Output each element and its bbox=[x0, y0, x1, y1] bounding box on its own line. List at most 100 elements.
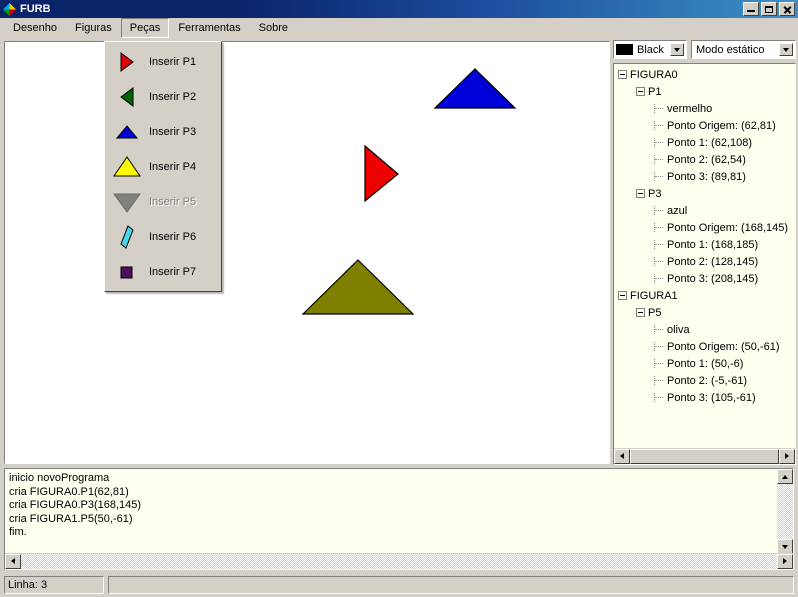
scroll-up-button[interactable] bbox=[777, 469, 793, 484]
tree-node-label: Ponto 3: (208,145) bbox=[667, 272, 759, 285]
menu-sobre[interactable]: Sobre bbox=[250, 18, 297, 38]
chevron-down-icon[interactable] bbox=[779, 43, 793, 56]
tree-node[interactable]: vermelho bbox=[614, 100, 782, 117]
tree-node-list: FIGURA0 P1 vermelho Ponto Origem: (62,81) Po… bbox=[614, 66, 788, 406]
tree-node[interactable]: oliva bbox=[614, 321, 782, 338]
tree-node-label: Ponto Origem: (50,-61) bbox=[667, 340, 780, 353]
tree-node-label: Ponto 1: (62,108) bbox=[667, 136, 753, 149]
tree-node[interactable]: Ponto Origem: (62,81) bbox=[614, 117, 782, 134]
mode-combo[interactable]: Modo estático bbox=[691, 40, 796, 59]
olive-triangle-P5[interactable] bbox=[301, 259, 415, 315]
tree-connector-icon bbox=[654, 172, 664, 181]
color-combo-value: Black bbox=[637, 43, 664, 56]
menu-item-inserir-p1[interactable]: Inserir P1 bbox=[105, 44, 221, 79]
tree-node-label: Ponto 3: (89,81) bbox=[667, 170, 746, 183]
scroll-thumb[interactable] bbox=[630, 448, 779, 464]
scroll-right-button[interactable] bbox=[779, 448, 795, 464]
color-swatch bbox=[616, 44, 633, 55]
code-editor[interactable]: inicio novoPrograma cria FIGURA0.P1(62,8… bbox=[4, 468, 794, 570]
minimize-button[interactable] bbox=[743, 2, 759, 16]
tree-node[interactable]: Ponto 1: (62,108) bbox=[614, 134, 782, 151]
scroll-right-button[interactable] bbox=[777, 553, 793, 569]
scroll-track[interactable] bbox=[630, 448, 779, 464]
scroll-left-button[interactable] bbox=[5, 553, 21, 569]
tree-node[interactable]: Ponto Origem: (50,-61) bbox=[614, 338, 782, 355]
menu-desenho[interactable]: Desenho bbox=[4, 18, 66, 38]
tree-node[interactable]: Ponto 2: (128,145) bbox=[614, 253, 782, 270]
application-window: FURB Desenho Figuras Peças Ferramentas S… bbox=[0, 0, 798, 597]
tree-horizontal-scrollbar[interactable] bbox=[614, 448, 795, 464]
scroll-left-button[interactable] bbox=[614, 448, 630, 464]
tree-node[interactable]: Ponto 1: (50,-6) bbox=[614, 355, 782, 372]
tree-node[interactable]: P1 bbox=[614, 83, 782, 100]
tree-node[interactable]: Ponto 2: (62,54) bbox=[614, 151, 782, 168]
chevron-down-icon[interactable] bbox=[670, 43, 684, 56]
right-panel: Black Modo estático FIGURA0 P1 vermelho Pon… bbox=[613, 40, 796, 465]
menu-figuras[interactable]: Figuras bbox=[66, 18, 121, 38]
scroll-track[interactable] bbox=[21, 553, 777, 569]
tree-node-label: Ponto 3: (105,-61) bbox=[667, 391, 756, 404]
tree-node[interactable]: P3 bbox=[614, 185, 782, 202]
tree-connector-icon bbox=[654, 206, 664, 215]
tree-node[interactable]: Ponto 3: (208,145) bbox=[614, 270, 782, 287]
scroll-track[interactable] bbox=[777, 484, 793, 539]
red-right-triangle-icon bbox=[109, 47, 145, 77]
tree-connector-icon bbox=[654, 223, 664, 232]
tree-expand-toggle-icon[interactable] bbox=[636, 189, 645, 198]
scroll-down-button[interactable] bbox=[777, 539, 793, 554]
menu-item-inserir-p2[interactable]: Inserir P2 bbox=[105, 79, 221, 114]
tree-node[interactable]: P5 bbox=[614, 304, 782, 321]
tree-node[interactable]: Ponto Origem: (168,145) bbox=[614, 219, 788, 236]
menu-item-label: Inserir P4 bbox=[149, 160, 197, 173]
tree-connector-icon bbox=[654, 104, 664, 113]
tree-node[interactable]: azul bbox=[614, 202, 782, 219]
tree-connector-icon bbox=[654, 359, 664, 368]
tree-node-label: P1 bbox=[648, 85, 662, 98]
menu-item-inserir-p6[interactable]: Inserir P6 bbox=[105, 219, 221, 254]
color-combo[interactable]: Black bbox=[613, 40, 687, 59]
menu-item-inserir-p7[interactable]: Inserir P7 bbox=[105, 254, 221, 289]
drawing-canvas[interactable] bbox=[4, 41, 610, 464]
maximize-button[interactable] bbox=[761, 2, 777, 16]
menu-item-inserir-p4[interactable]: Inserir P4 bbox=[105, 149, 221, 184]
tree-node-label: P3 bbox=[648, 187, 662, 200]
panel-toolbar: Black Modo estático bbox=[613, 40, 796, 59]
tree-node-label: vermelho bbox=[667, 102, 713, 115]
close-button[interactable] bbox=[779, 2, 795, 16]
menu-item-label: Inserir P5 bbox=[149, 195, 197, 208]
menu-ferramentas[interactable]: Ferramentas bbox=[169, 18, 249, 38]
editor-vertical-scrollbar[interactable] bbox=[777, 469, 793, 554]
tree-node[interactable]: Ponto 2: (-5,-61) bbox=[614, 372, 782, 389]
tree-expand-toggle-icon[interactable] bbox=[636, 308, 645, 317]
tree-node-label: oliva bbox=[667, 323, 690, 336]
tree-connector-icon bbox=[654, 393, 664, 402]
red-triangle-P1[interactable] bbox=[364, 144, 399, 203]
tree-node[interactable]: Ponto 3: (105,-61) bbox=[614, 389, 782, 406]
tree-expand-toggle-icon[interactable] bbox=[618, 291, 627, 300]
pecas-dropdown-menu: Inserir P1 Inserir P2 Inserir P3 Inserir… bbox=[104, 41, 222, 292]
tree-connector-icon bbox=[654, 342, 664, 351]
menu-pecas[interactable]: Peças bbox=[120, 18, 170, 38]
tree-node[interactable]: Ponto 1: (168,185) bbox=[614, 236, 782, 253]
tree-node[interactable]: FIGURA1 bbox=[614, 287, 782, 304]
menu-item-inserir-p3[interactable]: Inserir P3 bbox=[105, 114, 221, 149]
tree-expand-toggle-icon[interactable] bbox=[636, 87, 645, 96]
menu-item-label: Inserir P1 bbox=[149, 55, 197, 68]
tree-node-label: Ponto Origem: (62,81) bbox=[667, 119, 776, 132]
tree-node-label: Ponto 1: (168,185) bbox=[667, 238, 759, 251]
figures-tree[interactable]: FIGURA0 P1 vermelho Ponto Origem: (62,81) Po… bbox=[613, 63, 796, 465]
tree-node[interactable]: Ponto 3: (89,81) bbox=[614, 168, 782, 185]
tree-connector-icon bbox=[654, 138, 664, 147]
menu-bar: Desenho Figuras Peças Ferramentas Sobre bbox=[0, 18, 798, 38]
blue-triangle-P3[interactable] bbox=[433, 68, 517, 109]
status-bar: Linha: 3 bbox=[0, 572, 798, 597]
title-bar: FURB bbox=[0, 0, 798, 18]
code-text[interactable]: inicio novoPrograma cria FIGURA0.P1(62,8… bbox=[9, 472, 749, 540]
window-controls bbox=[743, 2, 795, 16]
tree-expand-toggle-icon[interactable] bbox=[618, 70, 627, 79]
tree-node-label: FIGURA0 bbox=[630, 68, 678, 81]
tree-node-label: azul bbox=[667, 204, 688, 217]
editor-horizontal-scrollbar[interactable] bbox=[5, 553, 793, 569]
menu-item-label: Inserir P2 bbox=[149, 90, 197, 103]
tree-node[interactable]: FIGURA0 bbox=[614, 66, 782, 83]
